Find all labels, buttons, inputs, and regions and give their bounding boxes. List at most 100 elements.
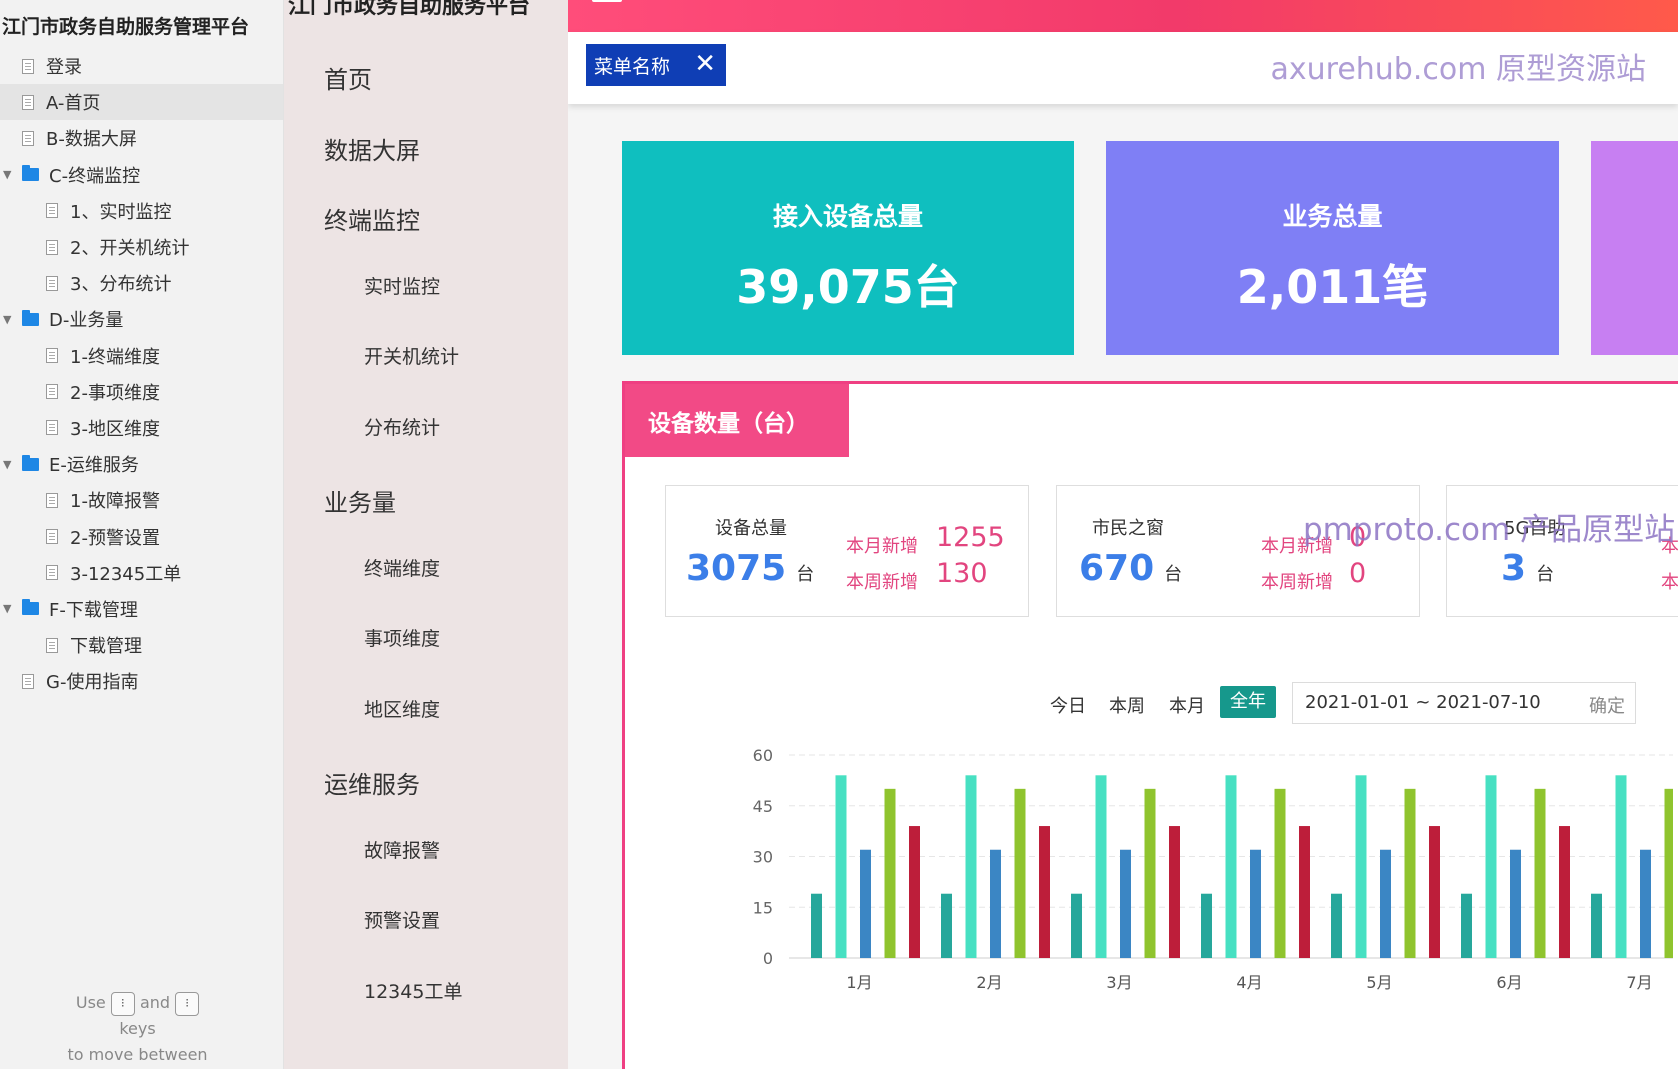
chart-bar — [1095, 775, 1107, 958]
expand-arrow-icon[interactable]: ▼ — [3, 458, 11, 471]
tree-page[interactable]: B-数据大屏 — [0, 120, 283, 156]
menu-tab[interactable]: 菜单名称 ✕ — [586, 44, 726, 86]
chart-bar — [941, 893, 952, 958]
tree-page[interactable]: 3-地区维度 — [0, 410, 283, 446]
tree-page[interactable]: 1、实时监控 — [0, 193, 283, 229]
tree-folder[interactable]: ▼ F-下载管理 — [0, 591, 283, 627]
stat-card-third — [1591, 141, 1678, 355]
card-title: 设备总量 — [715, 518, 787, 539]
side-menu-item[interactable]: 预警设置 — [364, 906, 440, 933]
card-unit: 台 — [796, 564, 815, 585]
tree-page[interactable]: 3-12345工单 — [0, 555, 283, 591]
folder-icon — [22, 454, 39, 471]
side-menu-item[interactable]: 首页 — [324, 60, 372, 95]
card-value-number: 670 — [1079, 548, 1155, 589]
tree-node-label: A-首页 — [46, 93, 101, 115]
side-menu: 江门市政务自助服务平台 首页数据大屏终端监控实时监控开关机统计分布统计业务量终端… — [284, 0, 568, 1069]
filter-all-year-button[interactable]: 全年 — [1220, 686, 1276, 718]
chart-bar — [1299, 826, 1310, 958]
page-icon — [22, 94, 34, 110]
side-menu-item[interactable]: 终端监控 — [324, 201, 420, 236]
expand-arrow-icon[interactable]: ▼ — [3, 602, 11, 615]
side-menu-item[interactable]: 终端维度 — [364, 554, 440, 581]
tree-folder[interactable]: ▼ D-业务量 — [0, 301, 283, 337]
card-unit: 台 — [1536, 564, 1555, 585]
chart-bar — [1461, 893, 1472, 958]
date-range-picker[interactable]: 2021-01-01 ~ 2021-07-10 确定 — [1292, 682, 1636, 724]
confirm-button[interactable]: 确定 — [1589, 692, 1625, 718]
x-tick-label: 6月 — [1496, 973, 1522, 992]
expand-arrow-icon[interactable]: ▼ — [3, 168, 11, 181]
tree-page[interactable]: 下载管理 — [0, 627, 283, 663]
chart-bar — [1225, 775, 1237, 958]
side-menu-item[interactable]: 事项维度 — [364, 624, 440, 651]
tree-folder[interactable]: ▼ E-运维服务 — [0, 446, 283, 482]
side-menu-item[interactable]: 运维服务 — [324, 765, 420, 800]
chart-bar — [860, 849, 871, 958]
watermark-pmproto: pmproto.com 产品原型站 — [1303, 512, 1676, 548]
chart-bar — [835, 775, 847, 958]
chart-bar — [811, 893, 822, 958]
tree-page[interactable]: 1-终端维度 — [0, 338, 283, 374]
tree-node-label: E-运维服务 — [49, 455, 139, 477]
hint-move-text: to move between — [67, 1045, 208, 1064]
main-content: 菜单名称 ✕ axurehub.com 原型资源站 接入设备总量 39,075台… — [568, 0, 1678, 1069]
week-new-label: 本周新增 — [1261, 572, 1333, 593]
tree-page[interactable]: 3、分布统计 — [0, 265, 283, 301]
tree-node-label: 登录 — [46, 57, 82, 79]
tree-page[interactable]: 2-事项维度 — [0, 374, 283, 410]
date-range-text: 2021-01-01 ~ 2021-07-10 — [1305, 692, 1541, 713]
left-key-icon: ⁝ — [110, 991, 135, 1016]
stat-label: 接入设备总量 — [772, 202, 923, 231]
card-value: 3台 — [1501, 548, 1554, 589]
x-tick-label: 5月 — [1366, 973, 1392, 992]
filter-week[interactable]: 本周 — [1109, 692, 1145, 718]
x-tick-label: 1月 — [846, 973, 872, 992]
tree-page[interactable]: 2、开关机统计 — [0, 229, 283, 265]
folder-icon — [22, 599, 39, 616]
tree-page[interactable]: 1-故障报警 — [0, 482, 283, 518]
tree-page[interactable]: A-首页 — [0, 84, 283, 121]
side-menu-item[interactable]: 12345工单 — [364, 977, 462, 1004]
filter-month[interactable]: 本月 — [1169, 692, 1205, 718]
tree-node-label: G-使用指南 — [46, 672, 139, 694]
page-icon — [46, 529, 58, 545]
page-icon — [46, 275, 58, 291]
page-tree-list: 登录 A-首页 B-数据大屏 ▼ C-终端监控 1、实时监控 2、开关机统计 3、分布统计 ▼ D… — [0, 48, 283, 699]
expand-arrow-icon[interactable]: ▼ — [3, 313, 11, 326]
week-new-label: 本 — [1661, 572, 1678, 593]
folder-icon — [22, 165, 39, 182]
chart-bar — [1591, 893, 1602, 958]
tree-page[interactable]: G-使用指南 — [0, 663, 283, 699]
hamburger-menu-icon[interactable] — [592, 0, 622, 2]
tree-page[interactable]: 2-预警设置 — [0, 518, 283, 554]
device-card-total: 设备总量 3075 台 本月新增 1255 本周新增 130 — [665, 485, 1029, 617]
stat-value: 2,011笔 — [1236, 260, 1429, 314]
side-menu-item[interactable]: 分布统计 — [364, 413, 440, 440]
brand-title: 江门市政务自助服务平台 — [288, 0, 531, 19]
top-bar — [568, 0, 1678, 32]
side-menu-item[interactable]: 开关机统计 — [364, 342, 459, 369]
chart-bar — [990, 849, 1001, 958]
side-menu-item[interactable]: 故障报警 — [364, 836, 440, 863]
tree-node-label: B-数据大屏 — [46, 129, 137, 151]
chart-bar — [1559, 826, 1570, 958]
side-menu-item[interactable]: 数据大屏 — [324, 131, 420, 166]
side-menu-item[interactable]: 实时监控 — [364, 272, 440, 299]
filter-today[interactable]: 今日 — [1050, 692, 1086, 718]
chart-bar — [1331, 893, 1342, 958]
y-tick-label: 15 — [753, 898, 773, 917]
tree-folder[interactable]: ▼ C-终端监控 — [0, 157, 283, 193]
panel-title: 设备数量（台） — [625, 384, 849, 457]
close-icon[interactable]: ✕ — [694, 51, 716, 77]
tree-node-label: D-业务量 — [49, 310, 124, 332]
chart-bar — [1615, 775, 1627, 958]
stat-value: 39,075台 — [736, 260, 960, 314]
card-value: 670 台 — [1079, 548, 1182, 589]
tree-page[interactable]: 登录 — [0, 48, 283, 84]
device-count-panel: 设备数量（台） 设备总量 3075 台 本月新增 1255 本周新增 130 市民… — [622, 381, 1678, 1069]
side-menu-item[interactable]: 业务量 — [324, 483, 396, 518]
page-icon — [46, 420, 58, 436]
tree-node-label: 1-故障报警 — [70, 491, 160, 513]
side-menu-item[interactable]: 地区维度 — [364, 695, 440, 722]
